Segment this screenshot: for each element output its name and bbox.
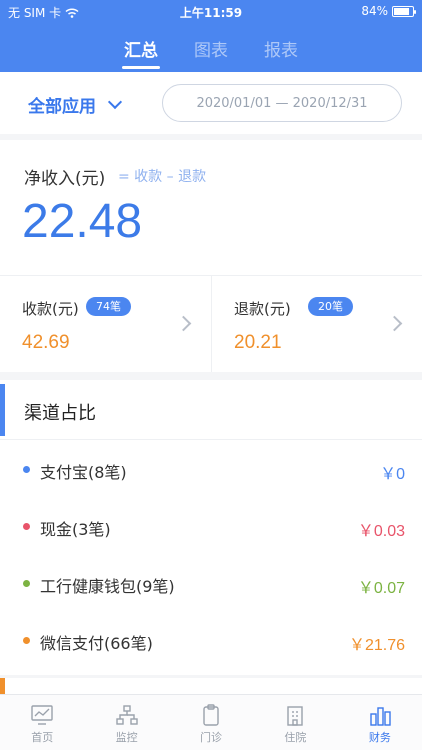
income-refund-row: 收款(元) 74笔 42.69 退款(元) 20笔 20.21: [0, 276, 422, 372]
chevron-down-icon: [107, 94, 123, 110]
channel-item-alipay: 支付宝(8笔) ￥0: [0, 442, 422, 499]
tabbar-label: 门诊: [200, 731, 223, 744]
tab-summary[interactable]: 汇总: [122, 36, 160, 69]
app-select-label: 全部应用: [28, 97, 96, 117]
app-header: 无 SIM 卡 上午11:59 84% 汇总 图表 报表: [0, 0, 422, 72]
battery-percent: 84%: [361, 4, 388, 18]
channel-dot: [23, 466, 30, 473]
monitor-chart-icon: [31, 705, 53, 725]
channel-name: 现金(3笔): [40, 520, 111, 539]
tab-reports[interactable]: 报表: [264, 36, 298, 69]
channel-name: 微信支付(66笔): [40, 634, 153, 653]
bottom-tab-bar: 首页 监控 门诊 住院 财务: [0, 694, 422, 750]
bar-chart-icon: [370, 707, 391, 726]
net-income-amount: 22.48: [22, 195, 143, 248]
tabbar-item-finance[interactable]: 财务: [338, 695, 422, 750]
channel-dot: [23, 580, 30, 587]
channel-item-wechat-pay: 微信支付(66笔) ￥21.76: [0, 613, 422, 670]
channel-item-cash: 现金(3笔) ￥0.03: [0, 499, 422, 556]
channel-share-card: 渠道占比 支付宝(8笔) ￥0 现金(3笔) ￥0.03 工行健康钱包(9笔) …: [0, 380, 422, 675]
refund-count-badge: 20笔: [308, 297, 353, 316]
building-icon: [287, 706, 304, 726]
channel-amount: ￥0.07: [357, 580, 405, 597]
refund-amount: 20.21: [234, 332, 282, 353]
chevron-right-icon: [175, 315, 192, 332]
tabbar-label: 首页: [31, 731, 54, 744]
section-accent-bar: [0, 384, 5, 436]
tabbar-item-outpatient[interactable]: 门诊: [169, 695, 253, 750]
channel-dot: [23, 637, 30, 644]
channel-name: 工行健康钱包(9笔): [40, 577, 175, 596]
refund-label: 退款(元): [234, 300, 291, 318]
income-cell[interactable]: 收款(元) 74笔 42.69: [0, 276, 211, 372]
channel-share-header: 渠道占比: [0, 380, 422, 440]
income-label: 收款(元): [22, 300, 79, 318]
tab-charts[interactable]: 图表: [194, 36, 228, 69]
chevron-right-icon: [386, 315, 403, 332]
network-icon: [115, 705, 138, 725]
tabbar-label: 监控: [115, 731, 138, 744]
clock-text: 上午11:59: [179, 6, 243, 20]
channel-dot: [23, 523, 30, 530]
net-income-title: 净收入(元): [24, 169, 106, 189]
tabbar-item-home[interactable]: 首页: [0, 695, 84, 750]
tabbar-label: 住院: [284, 731, 307, 744]
tabbar-item-monitor[interactable]: 监控: [84, 695, 168, 750]
status-bar: 无 SIM 卡 上午11:59 84%: [0, 0, 422, 22]
next-section-peek: [0, 678, 422, 694]
channel-amount: ￥0: [380, 466, 405, 483]
channel-share-title: 渠道占比: [24, 403, 96, 424]
clipboard-icon: [203, 704, 219, 726]
channel-name: 支付宝(8笔): [40, 463, 127, 482]
app-select-dropdown[interactable]: 全部应用: [28, 92, 123, 117]
tabbar-label: 财务: [368, 731, 391, 744]
top-tabs: 汇总 图表 报表: [0, 36, 422, 69]
filter-bar: 全部应用 2020/01/01 — 2020/12/31: [0, 72, 422, 134]
battery-icon: [392, 5, 416, 17]
channel-item-icbc-wallet: 工行健康钱包(9笔) ￥0.07: [0, 556, 422, 613]
income-count-badge: 74笔: [86, 297, 131, 316]
net-income-card: 净收入(元) = 收款 – 退款 22.48: [0, 140, 422, 276]
date-range-picker[interactable]: 2020/01/01 — 2020/12/31: [162, 84, 402, 122]
income-amount: 42.69: [22, 332, 70, 353]
net-income-formula: = 收款 – 退款: [118, 169, 207, 185]
section-accent-bar: [0, 678, 5, 694]
channel-amount: ￥21.76: [348, 637, 405, 654]
tabbar-item-inpatient[interactable]: 住院: [253, 695, 337, 750]
channel-amount: ￥0.03: [357, 523, 405, 540]
refund-cell[interactable]: 退款(元) 20笔 20.21: [211, 276, 422, 372]
